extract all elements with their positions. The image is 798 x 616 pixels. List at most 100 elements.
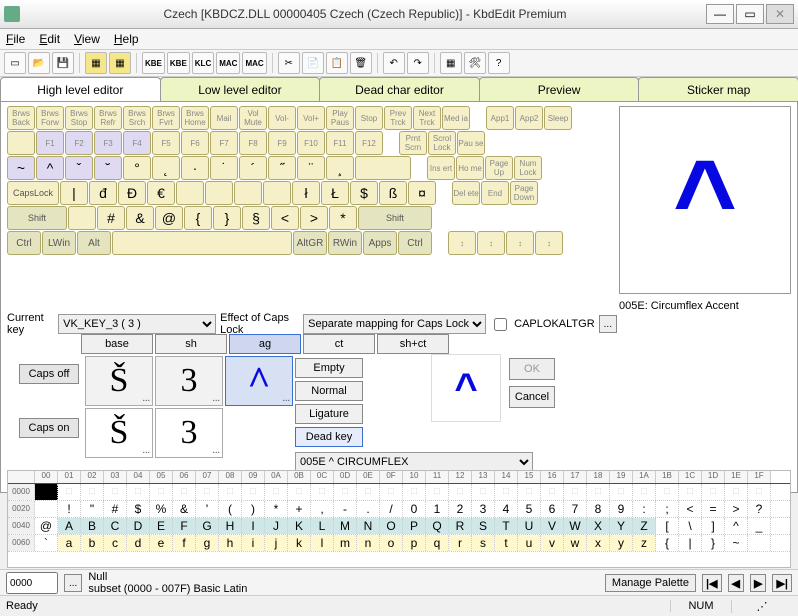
palette-cell[interactable]: k bbox=[288, 535, 311, 551]
key[interactable]: ˘ bbox=[94, 156, 122, 180]
menu-view[interactable]: View bbox=[74, 32, 100, 46]
key[interactable] bbox=[112, 231, 292, 255]
palette-cell[interactable]: / bbox=[380, 501, 403, 517]
key[interactable]: § bbox=[242, 206, 270, 230]
key[interactable]: < bbox=[271, 206, 299, 230]
palette-cell[interactable]: K bbox=[288, 518, 311, 534]
caps-off-button[interactable]: Caps off bbox=[19, 364, 79, 384]
current-key-select[interactable]: VK_KEY_3 ( 3 ) bbox=[58, 314, 216, 334]
palette-cell[interactable]: f bbox=[173, 535, 196, 551]
palette-cell[interactable]: ~ bbox=[725, 535, 748, 551]
tool-cut[interactable]: ✂ bbox=[278, 52, 300, 74]
mode-empty[interactable]: Empty bbox=[295, 358, 363, 378]
palette-cell[interactable]: ' bbox=[196, 501, 219, 517]
palette-cell[interactable]: > bbox=[725, 501, 748, 517]
tool-new[interactable]: ▭ bbox=[4, 52, 26, 74]
palette-cell[interactable]: < bbox=[679, 501, 702, 517]
state-shct[interactable]: sh+ct bbox=[377, 334, 449, 354]
palette-cell[interactable]: y bbox=[610, 535, 633, 551]
caps-on-button[interactable]: Caps on bbox=[19, 418, 79, 438]
key[interactable]: Next Trck bbox=[413, 106, 441, 130]
key[interactable]: ˙ bbox=[210, 156, 238, 180]
palette-cell[interactable]: I bbox=[242, 518, 265, 534]
key[interactable] bbox=[263, 181, 291, 205]
palette-cell[interactable]: . bbox=[357, 501, 380, 517]
palette-cell[interactable]: ` bbox=[35, 535, 58, 551]
palette-cell[interactable]: Q bbox=[426, 518, 449, 534]
key[interactable]: ˇ bbox=[65, 156, 93, 180]
palette-cell[interactable]: 6 bbox=[541, 501, 564, 517]
key[interactable]: € bbox=[147, 181, 175, 205]
tool-klc[interactable]: KLC bbox=[192, 52, 214, 74]
key[interactable]: Ho me bbox=[456, 156, 484, 180]
palette-cell[interactable]: b bbox=[81, 535, 104, 551]
key[interactable]: Vol- bbox=[268, 106, 296, 130]
key[interactable] bbox=[176, 181, 204, 205]
tool-redo[interactable]: ↷ bbox=[407, 52, 429, 74]
state-ag[interactable]: ag bbox=[229, 334, 301, 354]
palette-cell[interactable]: a bbox=[58, 535, 81, 551]
key[interactable]: ↕ bbox=[448, 231, 476, 255]
palette-cell[interactable]: z bbox=[633, 535, 656, 551]
tab-sticker-map[interactable]: Sticker map bbox=[638, 77, 798, 101]
key[interactable] bbox=[412, 156, 426, 180]
key[interactable]: ^ bbox=[36, 156, 64, 180]
tool-del[interactable]: 🗑 bbox=[350, 52, 372, 74]
key[interactable]: ↕ bbox=[477, 231, 505, 255]
palette-cell[interactable]: L bbox=[311, 518, 334, 534]
palette-cell[interactable]: d bbox=[127, 535, 150, 551]
key[interactable]: End bbox=[481, 181, 509, 205]
tool-opt[interactable]: 🛠 bbox=[464, 52, 486, 74]
palette-cell[interactable]: * bbox=[265, 501, 288, 517]
palette-cell[interactable]: m bbox=[334, 535, 357, 551]
key[interactable]: F1 bbox=[36, 131, 64, 155]
tool-table[interactable]: ▦ bbox=[440, 52, 462, 74]
palette-cell[interactable]: | bbox=[679, 535, 702, 551]
key[interactable]: ~ bbox=[7, 156, 35, 180]
palette-cell[interactable]: w bbox=[564, 535, 587, 551]
tab-dead-char[interactable]: Dead char editor bbox=[319, 77, 480, 101]
tool-pkg-1[interactable]: ▦ bbox=[85, 52, 107, 74]
palette-cell[interactable]: ) bbox=[242, 501, 265, 517]
palette-cell[interactable]: " bbox=[81, 501, 104, 517]
key[interactable]: · bbox=[181, 156, 209, 180]
palette-cell[interactable]: U bbox=[518, 518, 541, 534]
key[interactable]: * bbox=[329, 206, 357, 230]
palette-cell[interactable]: # bbox=[104, 501, 127, 517]
palette-cell[interactable]: t bbox=[495, 535, 518, 551]
palette-cell[interactable]: ? bbox=[748, 501, 771, 517]
key[interactable]: Sleep bbox=[544, 106, 572, 130]
mode-normal[interactable]: Normal bbox=[295, 381, 363, 401]
palette-cell[interactable]: j bbox=[265, 535, 288, 551]
palette-cell[interactable]: g bbox=[196, 535, 219, 551]
maximize-button[interactable]: ▭ bbox=[736, 4, 764, 24]
palette-cell[interactable]: , bbox=[311, 501, 334, 517]
key[interactable]: CapsLock bbox=[7, 181, 59, 205]
tool-paste[interactable]: 📋 bbox=[326, 52, 348, 74]
tool-save[interactable]: 💾 bbox=[52, 52, 74, 74]
key[interactable]: Prev Trck bbox=[384, 106, 412, 130]
key[interactable]: Brws Refr bbox=[94, 106, 122, 130]
key[interactable]: Brws Srch bbox=[123, 106, 151, 130]
palette-cell[interactable]: % bbox=[150, 501, 173, 517]
key[interactable]: F2 bbox=[65, 131, 93, 155]
key[interactable]: Shift bbox=[358, 206, 432, 230]
key[interactable]: Đ bbox=[118, 181, 146, 205]
key[interactable]: Scrol Lock bbox=[428, 131, 456, 155]
palette-cell[interactable]: i bbox=[242, 535, 265, 551]
key[interactable]: Ł bbox=[321, 181, 349, 205]
palette-cell[interactable]: $ bbox=[127, 501, 150, 517]
palette-cell[interactable]: r bbox=[449, 535, 472, 551]
effect-caps-select[interactable]: Separate mapping for Caps Lock bbox=[303, 314, 486, 334]
key[interactable]: ↕ bbox=[535, 231, 563, 255]
key[interactable]: Ctrl bbox=[398, 231, 432, 255]
state-ct[interactable]: ct bbox=[303, 334, 375, 354]
palette-cell[interactable]: 4 bbox=[495, 501, 518, 517]
palette-cell[interactable]: ; bbox=[656, 501, 679, 517]
palette-cell[interactable]: ^ bbox=[725, 518, 748, 534]
key[interactable]: App1 bbox=[486, 106, 514, 130]
key[interactable]: LWin bbox=[42, 231, 76, 255]
ok-button[interactable]: OK bbox=[509, 358, 555, 380]
key[interactable]: F9 bbox=[268, 131, 296, 155]
palette-cell[interactable]: O bbox=[380, 518, 403, 534]
